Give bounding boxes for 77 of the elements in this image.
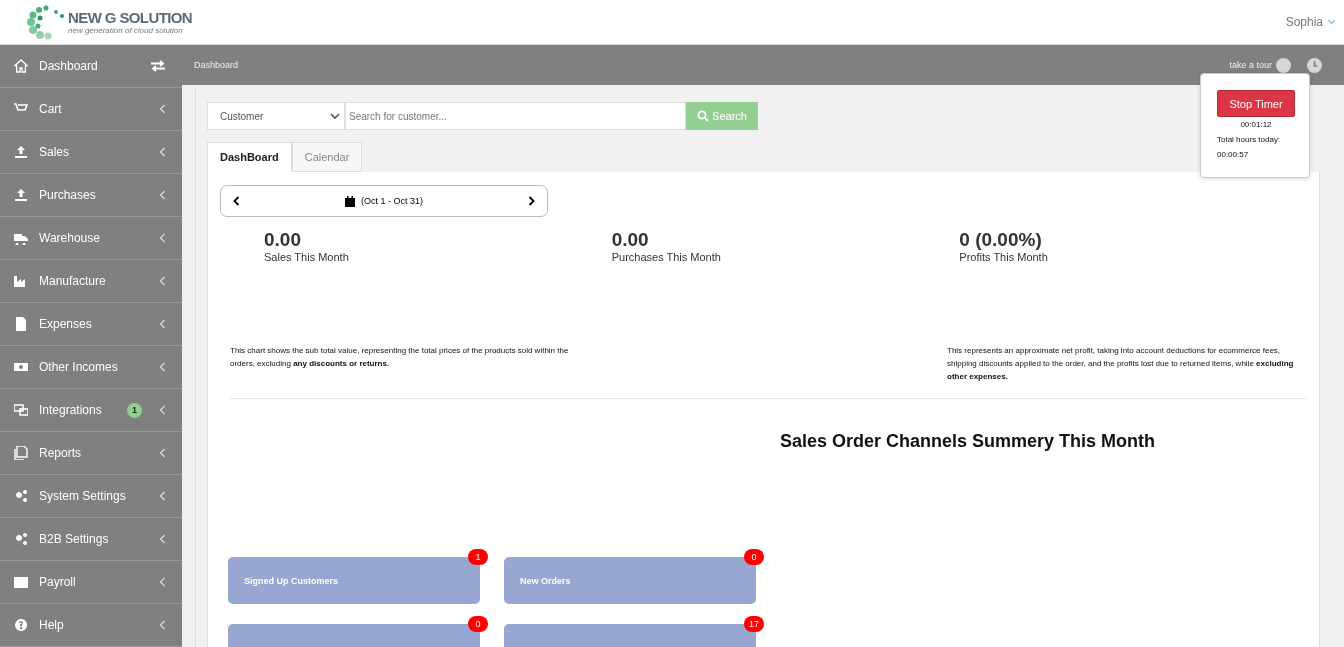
- sidebar-label: Dashboard: [39, 59, 99, 73]
- chevron-icon: [159, 362, 166, 372]
- user-menu[interactable]: Sophia: [1285, 15, 1336, 29]
- stat-value: 0.00: [611, 229, 650, 251]
- tab[interactable]: Calendar: [291, 142, 363, 172]
- sidebar-label: System Settings: [39, 489, 127, 503]
- search-field[interactable]: Search for customer...: [345, 102, 686, 130]
- logo-title: NEW G SOLUTION: [68, 9, 193, 26]
- sidebar-label: Help: [39, 618, 65, 632]
- menu-item-icon: [14, 360, 28, 374]
- count-badge: 0: [468, 616, 488, 633]
- total-hours-value: 00:00:57: [1217, 150, 1249, 159]
- logo-tagline: new generation of cloud solution: [68, 26, 184, 35]
- stat-label: Purchases This Month: [611, 251, 722, 263]
- sidebar-label: Integrations: [39, 403, 103, 417]
- count-badge: 1: [127, 402, 142, 418]
- stat-label: Profits This Month: [959, 251, 1049, 263]
- chevron-icon: [159, 276, 166, 286]
- sidebar-label: B2B Settings: [39, 532, 110, 546]
- chevron-icon: [159, 577, 166, 587]
- section-title: Sales Order Channels Summery This Month: [780, 431, 1157, 453]
- menu-item-icon: [14, 188, 28, 202]
- tour-link[interactable]: take a tour: [1229, 60, 1272, 70]
- sidebar-label: Expenses: [39, 317, 93, 331]
- stat-label: Sales This Month: [264, 251, 350, 263]
- breadcrumb[interactable]: Dashboard: [194, 60, 1226, 70]
- menu-item-icon: [14, 403, 28, 417]
- chevron-icon: [159, 620, 166, 630]
- total-hours-label: Total hours today:: [1217, 135, 1281, 144]
- sidebar-item[interactable]: Integrations 1: [0, 389, 182, 432]
- stat-value: 0.00: [264, 229, 302, 251]
- tab[interactable]: DashBoard: [207, 142, 292, 172]
- menu-item-icon: [14, 575, 28, 589]
- search-type-select[interactable]: Customer: [207, 102, 345, 130]
- menu-item-icon: [14, 446, 28, 460]
- menu-item-icon: [14, 274, 28, 288]
- chart-note: This represents an approximate net profit, taking into account deductions for ecommerce fees, shipping discounts applied to the order, and the profits lost due to returned items, while excluding other expenses.: [947, 345, 1295, 383]
- chevron-down-icon[interactable]: [330, 112, 340, 120]
- menu-item-icon: [14, 145, 28, 159]
- chevron-icon: [159, 190, 166, 200]
- menu-item-icon: [14, 59, 28, 73]
- menu-item-icon: [14, 618, 28, 632]
- menu-item-icon: [14, 317, 28, 331]
- logo-icon: [26, 4, 66, 40]
- sidebar-label: Payroll: [39, 575, 77, 589]
- sidebar-label: Manufacture: [39, 274, 107, 288]
- previous-button[interactable]: [231, 194, 242, 208]
- chevron-icon: [159, 104, 166, 114]
- calendar-icon: [345, 195, 355, 207]
- sidebar-label: Purchases: [39, 188, 97, 202]
- sidebar-label: Sales: [39, 145, 71, 159]
- stop-timer-button[interactable]: Stop Timer: [1217, 90, 1295, 117]
- chevron-icon: [159, 319, 166, 329]
- stat-value: 0 (0.00%): [959, 229, 1043, 251]
- menu-item-icon: [14, 489, 28, 503]
- menu-item-icon: [14, 532, 28, 546]
- next-button[interactable]: [526, 194, 537, 208]
- sidebar-label: Cart: [39, 102, 63, 116]
- chart-note: This chart shows the sub total value, representing the total prices of the products sold within the orders, excluding any discounts or returns.: [230, 345, 570, 370]
- chevron-icon: [159, 448, 166, 458]
- timer-elapsed: 00:01:12: [1239, 120, 1273, 129]
- count-badge: 17: [744, 616, 764, 633]
- swap-icon[interactable]: [150, 60, 166, 72]
- chevron-icon: [159, 405, 166, 415]
- clock-icon[interactable]: [1307, 57, 1322, 73]
- sidebar-label: Reports: [39, 446, 83, 460]
- menu-item-icon: [14, 231, 28, 245]
- chevron-icon: [159, 233, 166, 243]
- date-range[interactable]: (Oct 1 - Oct 31): [361, 196, 423, 206]
- chevron-icon: [159, 491, 166, 501]
- chevron-icon: [159, 147, 166, 157]
- chevron-icon: [159, 534, 166, 544]
- count-badge: 1: [468, 549, 488, 566]
- count-badge: 0: [744, 549, 764, 566]
- sidebar-label: Warehouse: [39, 231, 101, 245]
- search-icon: [697, 110, 710, 122]
- sidebar-label: Other Incomes: [39, 360, 119, 374]
